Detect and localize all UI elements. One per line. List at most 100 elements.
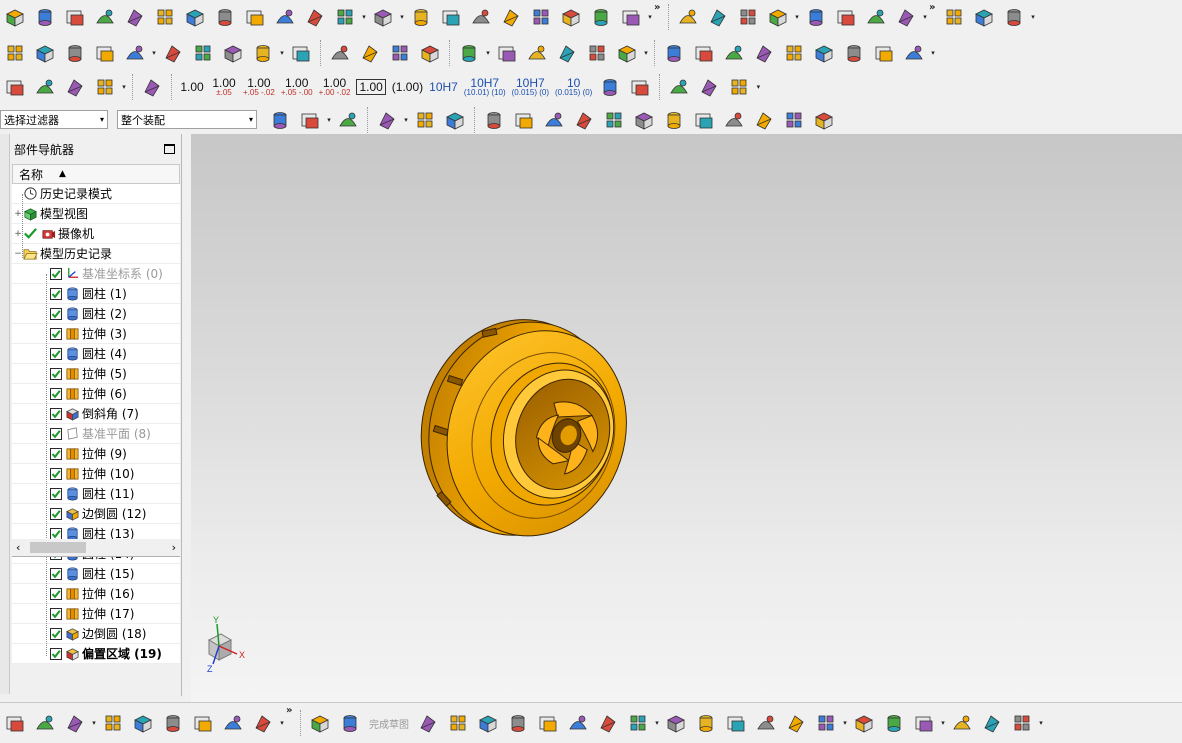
chevron-down-icon[interactable]: ▾ bbox=[653, 710, 661, 736]
scroll-left-icon[interactable]: ‹ bbox=[16, 541, 20, 554]
diameter-icon[interactable] bbox=[666, 74, 692, 100]
ring-icon[interactable] bbox=[554, 40, 580, 66]
spline-icon[interactable] bbox=[417, 40, 443, 66]
point-on-curve-icon[interactable] bbox=[721, 107, 747, 133]
rectangle-select-icon[interactable] bbox=[374, 107, 400, 133]
tree-node-camera[interactable]: + 摄像机 bbox=[12, 224, 180, 244]
return-icon[interactable] bbox=[726, 74, 752, 100]
triangle-icon[interactable] bbox=[614, 40, 640, 66]
toolbar-overflow-icon[interactable]: » bbox=[286, 705, 296, 716]
checkbox[interactable] bbox=[50, 347, 62, 360]
dimension-sketch-icon[interactable] bbox=[881, 710, 907, 736]
knit-icon[interactable] bbox=[2, 710, 28, 736]
chevron-down-icon[interactable]: ▾ bbox=[278, 710, 286, 736]
checkbox[interactable] bbox=[50, 387, 62, 400]
control-point-icon[interactable] bbox=[571, 107, 597, 133]
make-corner-icon[interactable] bbox=[813, 710, 839, 736]
subtract-icon[interactable] bbox=[332, 4, 358, 30]
tree-feature-row[interactable]: 拉伸 (10) bbox=[12, 464, 180, 484]
tolerance-style-4-button[interactable]: 1.00 +.00 -.02 bbox=[319, 74, 351, 100]
sweep-icon[interactable] bbox=[438, 4, 464, 30]
tree-feature-row[interactable]: 拉伸 (5) bbox=[12, 364, 180, 384]
move-component-icon[interactable] bbox=[62, 40, 88, 66]
table-icon[interactable] bbox=[661, 40, 687, 66]
thicken-icon[interactable] bbox=[468, 4, 494, 30]
bridge-icon[interactable] bbox=[971, 4, 997, 30]
paint-icon[interactable] bbox=[781, 40, 807, 66]
tree-node-clock[interactable]: 历史记录模式 bbox=[12, 184, 180, 204]
associative-icon[interactable] bbox=[979, 710, 1005, 736]
coil-icon[interactable] bbox=[494, 40, 520, 66]
tree-feature-row[interactable]: 拉伸 (6) bbox=[12, 384, 180, 404]
cylinder-icon[interactable] bbox=[92, 4, 118, 30]
expand-icon[interactable]: + bbox=[14, 209, 22, 219]
polygon-icon[interactable] bbox=[625, 710, 651, 736]
datum-target-icon[interactable] bbox=[627, 74, 653, 100]
checkbox[interactable] bbox=[50, 427, 62, 440]
offset-sketch-icon[interactable] bbox=[693, 710, 719, 736]
symbol-icon[interactable] bbox=[721, 40, 747, 66]
tolerance-style-0-button[interactable]: 1.00 bbox=[179, 74, 205, 100]
assembly-nav-icon[interactable] bbox=[32, 74, 58, 100]
tree-feature-row[interactable]: 倒斜角 (7) bbox=[12, 404, 180, 424]
midpoint-icon[interactable] bbox=[541, 107, 567, 133]
intersection-icon[interactable] bbox=[601, 107, 627, 133]
chevron-down-icon[interactable]: ▾ bbox=[150, 40, 158, 66]
checkbox[interactable] bbox=[50, 267, 62, 280]
chamfer-icon[interactable] bbox=[618, 4, 644, 30]
mirror-icon[interactable] bbox=[705, 4, 731, 30]
tree-feature-row[interactable]: 圆柱 (2) bbox=[12, 304, 180, 324]
endpoint-icon[interactable] bbox=[511, 107, 537, 133]
checkbox[interactable] bbox=[50, 507, 62, 520]
tree-feature-row[interactable]: 拉伸 (17) bbox=[12, 604, 180, 624]
shell-body-icon[interactable] bbox=[62, 710, 88, 736]
chevron-down-icon[interactable]: ▾ bbox=[278, 40, 286, 66]
section-surface-icon[interactable] bbox=[941, 4, 967, 30]
checkbox[interactable] bbox=[50, 327, 62, 340]
pattern-component-icon[interactable] bbox=[122, 40, 148, 66]
tree-feature-row[interactable]: 圆柱 (4) bbox=[12, 344, 180, 364]
slot-icon[interactable] bbox=[212, 4, 238, 30]
chevron-down-icon[interactable]: ▾ bbox=[1037, 710, 1045, 736]
chevron-down-icon[interactable]: ▾ bbox=[360, 4, 368, 30]
fillet-icon[interactable] bbox=[535, 710, 561, 736]
blend-icon[interactable] bbox=[588, 4, 614, 30]
text-icon[interactable] bbox=[456, 40, 482, 66]
checkbox[interactable] bbox=[50, 467, 62, 480]
wave-geometry-icon[interactable] bbox=[100, 710, 126, 736]
navigator-column-header[interactable]: 名称 ▲ bbox=[12, 164, 180, 184]
body-select-icon[interactable] bbox=[442, 107, 468, 133]
binoculars-icon[interactable] bbox=[841, 40, 867, 66]
chevron-down-icon[interactable]: ▾ bbox=[484, 40, 492, 66]
expand-icon[interactable]: + bbox=[14, 229, 22, 239]
tree-feature-row[interactable]: 基准坐标系 (0) bbox=[12, 264, 180, 284]
navigator-horizontal-scrollbar[interactable]: ‹ › bbox=[12, 539, 180, 556]
tree-feature-row[interactable]: 偏置区域 (19) bbox=[12, 644, 180, 664]
surface-icon[interactable] bbox=[803, 4, 829, 30]
selection-filter-combo[interactable]: 选择过滤器 ▾ bbox=[0, 110, 108, 129]
patch-icon[interactable] bbox=[190, 710, 216, 736]
checkbox[interactable] bbox=[50, 307, 62, 320]
replace-face-icon[interactable] bbox=[220, 710, 246, 736]
finish-sketch-button[interactable]: 完成草图 bbox=[369, 716, 409, 731]
point-icon[interactable] bbox=[663, 710, 689, 736]
sketch-icon[interactable] bbox=[307, 710, 333, 736]
n-sided-icon[interactable] bbox=[893, 4, 919, 30]
chevron-down-icon[interactable]: ▾ bbox=[90, 710, 98, 736]
tolerance-style-3-button[interactable]: 1.00 +.05 -.00 bbox=[281, 74, 313, 100]
assembly-constraint-icon[interactable] bbox=[32, 40, 58, 66]
checkbox[interactable] bbox=[50, 447, 62, 460]
radius-icon[interactable] bbox=[696, 74, 722, 100]
chevron-down-icon[interactable]: ▾ bbox=[120, 74, 128, 100]
chevron-down-icon[interactable]: ▾ bbox=[1029, 4, 1037, 30]
collapse-icon[interactable]: − bbox=[14, 249, 22, 259]
chevron-down-icon[interactable]: ▾ bbox=[398, 4, 406, 30]
checkbox[interactable] bbox=[50, 587, 62, 600]
check-icon[interactable] bbox=[2, 74, 28, 100]
sync-modeling-icon[interactable] bbox=[765, 4, 791, 30]
quick-trim-icon[interactable] bbox=[723, 710, 749, 736]
convert-icon[interactable] bbox=[949, 710, 975, 736]
tree-feature-row[interactable]: 拉伸 (9) bbox=[12, 444, 180, 464]
rectangle-icon[interactable] bbox=[595, 710, 621, 736]
profile-icon[interactable] bbox=[415, 710, 441, 736]
